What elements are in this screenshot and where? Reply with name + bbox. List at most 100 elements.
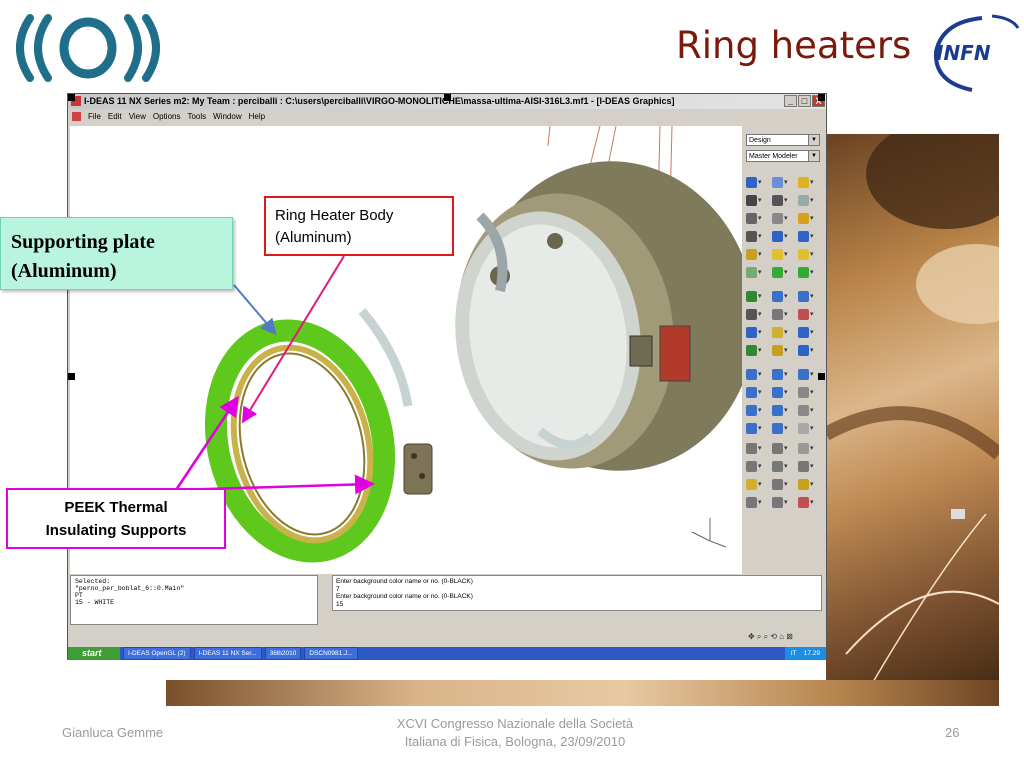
tool-button[interactable]: ▾ [798,192,822,208]
supporting-plate-callout: Supporting plate (Aluminum) [0,217,233,290]
prompt-line: 15 [336,600,344,608]
tool-button[interactable]: ▾ [772,402,796,418]
tool-button[interactable]: ▾ [798,324,822,340]
ideas-window[interactable]: I-DEAS 11 NX Series m2: My Team : percib… [67,93,827,660]
tool-button[interactable]: ▾ [798,420,822,436]
tool-button[interactable]: ▾ [772,420,796,436]
tool-button[interactable]: ▾ [746,458,770,474]
console-line: PT [75,592,83,599]
windows-taskbar: start I-DEAS OpenGL (2) I-DEAS 11 NX Ser… [68,647,826,660]
tool-button[interactable]: ▾ [772,476,796,492]
tool-button[interactable]: ▾ [772,440,796,456]
clock: 17.29 [803,650,820,657]
callout-text: Insulating Supports [45,522,187,539]
tool-button[interactable]: ▾ [772,494,796,510]
tool-button[interactable]: ▾ [746,402,770,418]
chevron-down-icon[interactable]: ▼ [808,151,819,161]
tool-button[interactable]: ▾ [746,384,770,400]
resize-handle[interactable] [818,373,825,380]
tool-button[interactable]: ▾ [798,440,822,456]
footer-line: XCVI Congresso Nazionale della Società [396,716,634,731]
tool-button[interactable]: ▾ [798,384,822,400]
tool-button[interactable]: ▾ [746,210,770,226]
tool-button[interactable]: ▾ [746,494,770,510]
tool-button[interactable]: ▾ [772,192,796,208]
infn-logo-text: INFN [936,41,991,65]
resize-handle[interactable] [68,94,75,101]
menu-view[interactable]: View [129,110,146,124]
application-dropdown[interactable]: Master Modeler ▼ [746,150,820,162]
tool-button[interactable]: ▾ [798,494,822,510]
menu-file[interactable]: File [88,110,101,124]
tool-button[interactable]: ▾ [772,228,796,244]
ring-heater-body-callout: Ring Heater Body (Aluminum) [264,196,454,256]
tool-button[interactable]: ▾ [746,366,770,382]
tool-button[interactable]: ▾ [746,228,770,244]
tool-button[interactable]: ▾ [772,366,796,382]
task-image[interactable]: DSCN0981.J... [304,647,358,660]
system-tray: IT 17.29 [784,647,826,660]
minimize-button[interactable]: _ [784,95,797,107]
tool-button[interactable]: ▾ [798,458,822,474]
menu-tools[interactable]: Tools [187,110,206,124]
prompt-line: Enter background color name or no. (0-BL… [336,593,473,600]
view-control-icons[interactable]: ✥ ⌕ ⌕ ⟲ ⌂ ⊠ [748,632,793,642]
prompt-console[interactable]: Enter background color name or no. (0-BL… [332,575,822,611]
tool-button[interactable]: ▾ [772,210,796,226]
start-button[interactable]: start [68,647,120,660]
selection-console[interactable]: Selected: "perno_per_boblat_6::0.Main" P… [70,575,318,625]
tool-button[interactable]: ▾ [772,306,796,322]
maximize-button[interactable]: □ [798,95,811,107]
tool-button[interactable]: ▾ [746,264,770,280]
task-ideas-main[interactable]: I-DEAS 11 NX Ser... [193,647,262,660]
tool-button[interactable]: ▾ [798,342,822,358]
tool-button[interactable]: ▾ [746,306,770,322]
resize-handle[interactable] [444,94,451,101]
tool-button[interactable]: ▾ [798,264,822,280]
menu-options[interactable]: Options [153,110,181,124]
infn-logo-icon: INFN [933,14,1020,92]
menu-help[interactable]: Help [249,110,265,124]
tool-button[interactable]: ▾ [772,174,796,190]
task-dropdown[interactable]: Design ▼ [746,134,820,146]
tool-button[interactable]: ▾ [772,342,796,358]
tool-button[interactable]: ▾ [798,402,822,418]
menu-window[interactable]: Window [213,110,241,124]
tool-button[interactable]: ▾ [746,246,770,262]
toolbar-group-features: ▾ ▾ ▾ ▾ ▾ ▾ ▾ ▾ ▾ ▾ ▾ ▾ [746,288,822,358]
tool-button[interactable]: ▾ [746,288,770,304]
tool-button[interactable]: ▾ [746,440,770,456]
resize-handle[interactable] [818,94,825,101]
resize-handle[interactable] [68,373,75,380]
tool-button[interactable]: ▾ [798,306,822,322]
task-folder[interactable]: 36lb2010 [264,647,302,660]
footer-conference: XCVI Congresso Nazionale della Società I… [350,715,680,751]
menu-edit[interactable]: Edit [108,110,122,124]
tool-button[interactable]: ▾ [746,174,770,190]
chevron-down-icon[interactable]: ▼ [808,135,819,145]
tool-button[interactable]: ▾ [746,342,770,358]
task-ideas-opengl[interactable]: I-DEAS OpenGL (2) [123,647,191,660]
tool-button[interactable]: ▾ [798,228,822,244]
tool-button[interactable]: ▾ [798,476,822,492]
tool-button[interactable]: ▾ [746,192,770,208]
tool-button[interactable]: ▾ [798,210,822,226]
tool-button[interactable]: ▾ [798,288,822,304]
tool-button[interactable]: ▾ [772,384,796,400]
tool-button[interactable]: ▾ [746,476,770,492]
tool-button[interactable]: ▾ [746,324,770,340]
prompt-line: Enter background color name or no. (0-BL… [336,578,473,585]
tool-button[interactable]: ▾ [798,246,822,262]
tool-button[interactable]: ▾ [772,288,796,304]
tool-button[interactable]: ▾ [772,246,796,262]
language-indicator[interactable]: IT [791,650,797,657]
lab-photo [826,134,999,705]
tool-button[interactable]: ▾ [772,324,796,340]
tool-button[interactable]: ▾ [772,264,796,280]
prompt-line: 7 [336,585,340,593]
tool-button[interactable]: ▾ [746,420,770,436]
tool-button[interactable]: ▾ [772,458,796,474]
lab-photo-strip [166,680,999,706]
footer-line: Italiana di Fisica, Bologna, 23/09/2010 [404,734,626,749]
tool-button[interactable]: ▾ [798,174,822,190]
